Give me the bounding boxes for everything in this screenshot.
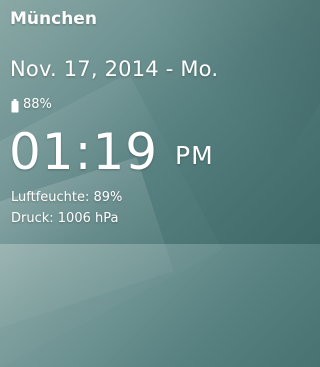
- clock-ampm: PM: [175, 141, 214, 170]
- pressure-label: Druck: 1006 hPa: [11, 211, 119, 226]
- humidity-label: Luftfeuchte: 89%: [11, 190, 123, 205]
- city-name: München: [10, 9, 97, 29]
- battery-percent: 88%: [23, 97, 52, 112]
- date-label: Nov. 17, 2014 - Mo.: [10, 57, 219, 81]
- battery-status: 88%: [11, 97, 52, 112]
- battery-icon: [11, 98, 19, 112]
- background-decor-shape: [0, 157, 174, 333]
- clock-time[interactable]: 01:19: [9, 127, 158, 177]
